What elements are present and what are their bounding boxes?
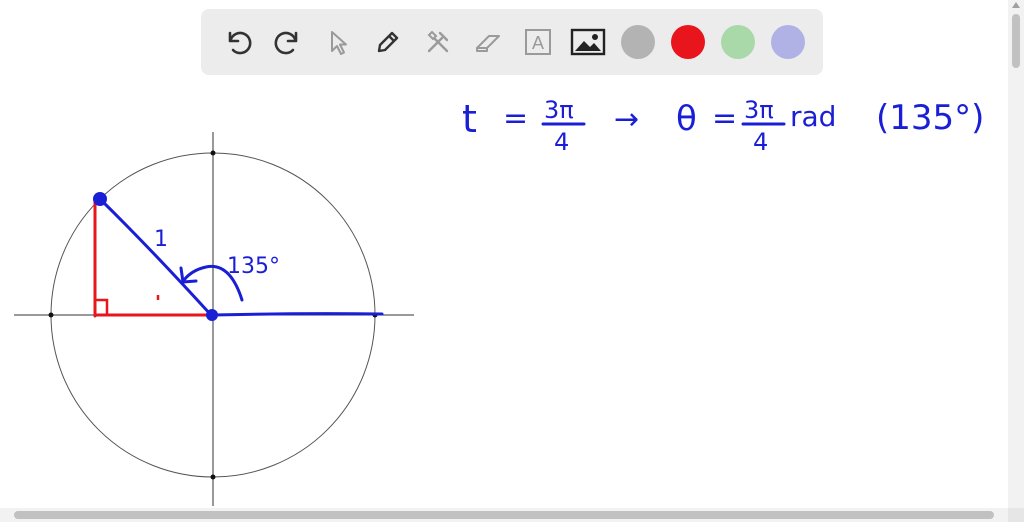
eraser-icon <box>476 35 500 52</box>
tools-button[interactable] <box>413 17 463 67</box>
intercept-dot-left <box>48 312 54 318</box>
scrollbar-corner <box>1008 508 1024 522</box>
note-degrees: (135°) <box>876 98 984 138</box>
color-swatch-red <box>671 25 705 59</box>
color-green-button[interactable] <box>713 17 763 67</box>
whiteboard-canvas[interactable]: 1 135° t = 3π 4 → θ = 3π 4 rad (135°) <box>0 0 1008 508</box>
note-fraction-1-denominator: 4 <box>554 128 569 156</box>
pen-tool-button[interactable] <box>363 17 413 67</box>
vertical-scroll-thumb[interactable] <box>1012 14 1020 68</box>
blue-hypotenuse <box>98 197 213 317</box>
color-gray-button[interactable] <box>613 17 663 67</box>
right-angle-mark <box>96 298 109 314</box>
svg-text:A: A <box>532 33 544 53</box>
note-fraction-1-numerator: 3π <box>544 96 574 124</box>
redo-icon <box>274 31 298 55</box>
image-icon <box>570 28 606 56</box>
text-tool-button[interactable]: A <box>513 17 563 67</box>
text-icon: A <box>525 29 551 55</box>
redo-button[interactable] <box>263 17 313 67</box>
horizontal-scrollbar[interactable] <box>0 508 1008 522</box>
select-pointer-icon <box>331 31 347 55</box>
note-t: t <box>462 97 477 141</box>
origin-point <box>206 309 218 321</box>
color-swatch-purple <box>771 25 805 59</box>
note-theta: θ <box>676 99 697 139</box>
scroll-up-arrow-icon[interactable] <box>1012 2 1020 8</box>
drawing-toolbar: A <box>201 9 823 75</box>
intercept-dot-bottom <box>210 474 216 480</box>
color-red-button[interactable] <box>663 17 713 67</box>
blue-initial-side <box>211 312 384 317</box>
tools-icon <box>427 30 449 53</box>
vertical-scrollbar[interactable] <box>1008 0 1024 508</box>
pen-icon <box>377 31 399 53</box>
angle-label: 135° <box>227 254 280 279</box>
color-swatch-gray <box>621 25 655 59</box>
horizontal-scroll-thumb[interactable] <box>14 511 994 519</box>
note-fraction-2-denominator: 4 <box>753 128 768 156</box>
eraser-tool-button[interactable] <box>463 17 513 67</box>
note-arrow: → <box>614 102 639 137</box>
image-tool-button[interactable] <box>563 17 613 67</box>
intercept-dot-top <box>210 150 216 156</box>
select-tool-button[interactable] <box>313 17 363 67</box>
undo-button[interactable] <box>213 17 263 67</box>
undo-icon <box>228 31 252 55</box>
note-fraction-2-numerator: 3π <box>744 96 774 124</box>
note-equals-1: = <box>503 101 528 136</box>
note-unit: rad <box>790 100 836 133</box>
note-equals-2: = <box>712 101 737 136</box>
color-swatch-green <box>721 25 755 59</box>
color-purple-button[interactable] <box>763 17 813 67</box>
terminal-point <box>93 192 107 206</box>
hypotenuse-label: 1 <box>154 227 168 252</box>
